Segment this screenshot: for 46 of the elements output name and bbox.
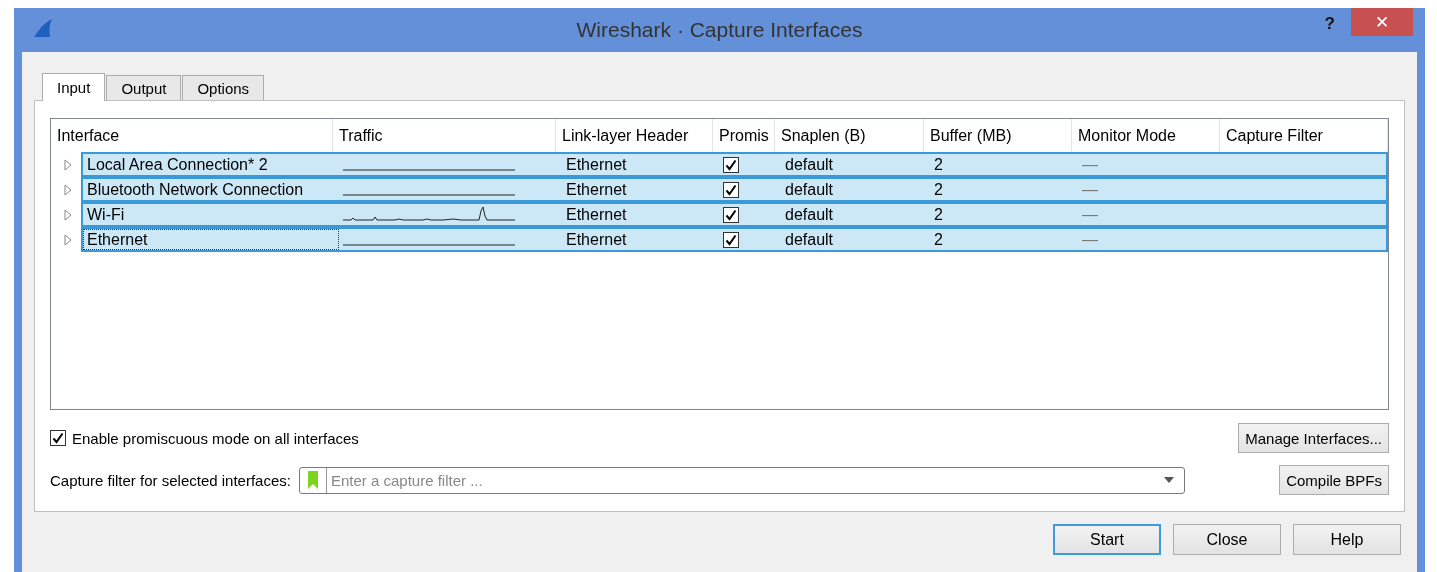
shark-fin-icon	[32, 18, 54, 38]
table-cell-text: Ethernet	[565, 204, 628, 225]
table-cell-text: default	[784, 154, 835, 175]
tab[interactable]: Input	[42, 73, 106, 101]
expand-arrow-icon[interactable]	[63, 209, 73, 221]
checkbox[interactable]	[723, 231, 739, 248]
table-cell: Ethernet	[83, 229, 339, 250]
tab[interactable]: Output	[106, 75, 182, 100]
checkbox[interactable]	[50, 430, 66, 446]
table-cell-text: 2	[933, 204, 944, 225]
dialog-button[interactable]: Close	[1173, 524, 1281, 555]
table-cell-text: 2	[933, 179, 944, 200]
table-cell-text: Wi-Fi	[86, 204, 126, 225]
checkbox[interactable]	[723, 206, 739, 223]
table-cell-text: 2	[933, 229, 944, 250]
table-cell-text: default	[784, 229, 835, 250]
expand-arrow-icon[interactable]	[63, 234, 73, 246]
table-cell-text: Ethernet	[565, 229, 628, 250]
tab[interactable]: Options	[182, 75, 265, 100]
capture-filter-input[interactable]: Enter a capture filter ...	[326, 471, 1164, 489]
table-cell-text: default	[784, 204, 835, 225]
table-cell-text: —	[1081, 204, 1099, 225]
dialog-button[interactable]: Start	[1053, 524, 1161, 555]
table-cell-text: default	[784, 179, 835, 200]
expand-arrow-icon[interactable]	[63, 184, 73, 196]
table-cell-text: Bluetooth Network Connection	[86, 179, 305, 200]
checkbox[interactable]	[723, 181, 739, 198]
dialog-button[interactable]: Help	[1293, 524, 1401, 555]
capture-filter-combobox[interactable]: Enter a capture filter ...	[298, 466, 1185, 494]
table-cell-text: —	[1081, 229, 1099, 250]
checkbox-label: Enable promiscuous mode on all interfaces	[72, 429, 359, 447]
table-cell-text: Ethernet	[565, 179, 628, 200]
manage-interfaces-button[interactable]: Manage Interfaces...	[1238, 423, 1389, 453]
table-cell-text: Ethernet	[565, 154, 628, 175]
help-button[interactable]: ?	[1324, 14, 1335, 34]
dropdown-arrow-icon[interactable]	[1163, 477, 1174, 483]
table-cell-text: —	[1081, 179, 1099, 200]
compile-bpfs-button[interactable]: Compile BPFs	[1279, 465, 1389, 495]
table-cell-text: —	[1081, 154, 1099, 175]
window-title: Wireshark · Capture Interfaces	[576, 18, 863, 42]
table-cell-text: Local Area Connection* 2	[86, 154, 269, 175]
table-cell-text: 2	[933, 154, 944, 175]
expand-arrow-icon[interactable]	[63, 159, 73, 171]
close-button[interactable]: ✕	[1351, 8, 1413, 36]
checkbox[interactable]	[723, 156, 739, 173]
field-label: Capture filter for selected interfaces:	[50, 471, 291, 489]
